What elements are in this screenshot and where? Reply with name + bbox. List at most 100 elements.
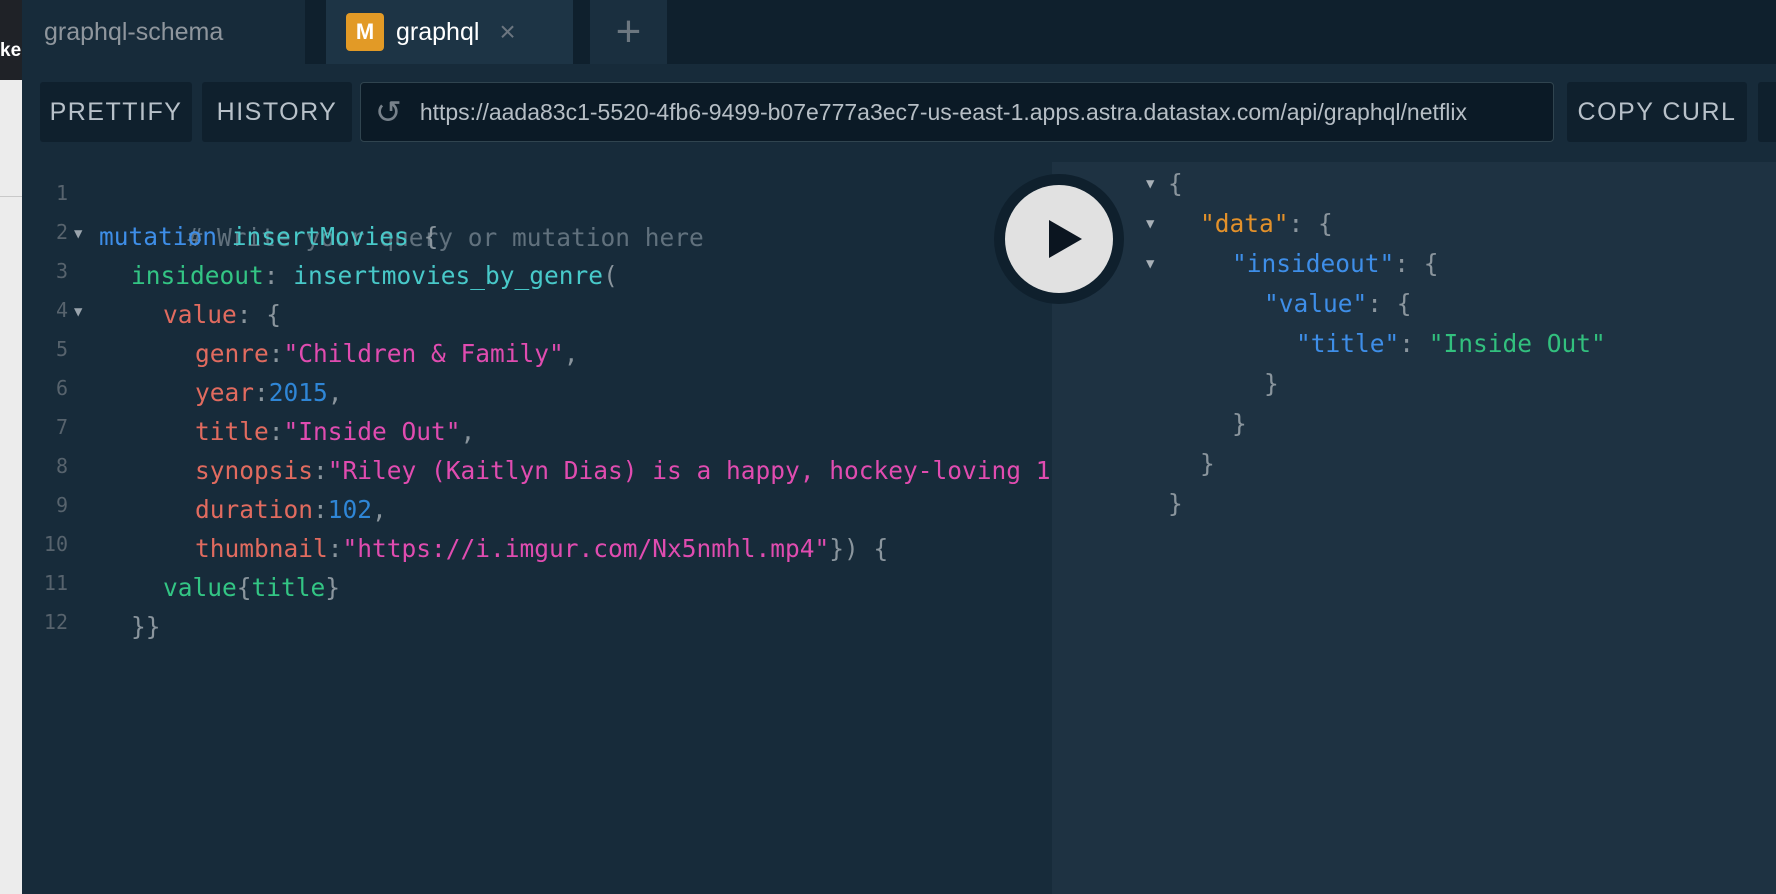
endpoint-url-field[interactable]: ↺ https://aada83c1-5520-4fb6-9499-b07e77… xyxy=(360,82,1554,142)
tab-label: graphql-schema xyxy=(44,17,224,46)
code-line-8: synopsis:"Riley (Kaitlyn Dias) is a happ… xyxy=(99,451,1052,491)
line-number: 2 xyxy=(55,220,68,244)
punct: : xyxy=(313,456,328,485)
background-window-text: ke xyxy=(0,40,22,61)
json-key: "value" xyxy=(1264,289,1368,318)
json-line: } xyxy=(1232,404,1247,444)
punct: } xyxy=(325,573,341,602)
punct: : xyxy=(254,378,269,407)
history-button[interactable]: HISTORY xyxy=(202,82,352,142)
punct: { xyxy=(1168,169,1183,198)
endpoint-url: https://aada83c1-5520-4fb6-9499-b07e777a… xyxy=(419,98,1467,125)
punct: }} xyxy=(131,612,161,641)
fold-arrow-icon[interactable]: ▼ xyxy=(74,292,82,332)
reload-icon[interactable]: ↺ xyxy=(375,93,402,131)
line-number: 6 xyxy=(55,376,68,400)
line-number: 7 xyxy=(55,415,68,439)
number: 2015 xyxy=(268,378,328,407)
line-number: 5 xyxy=(55,337,68,361)
punct: } xyxy=(1168,489,1183,518)
line-number: 8 xyxy=(55,454,68,478)
line-number: 11 xyxy=(43,571,68,595)
settings-button[interactable] xyxy=(1758,82,1776,142)
code-line-6: year:2015, xyxy=(99,373,343,413)
code-line-4: value: { xyxy=(99,295,281,335)
code-line-2: mutation insertMovies { xyxy=(99,217,438,257)
field: title xyxy=(251,573,326,602)
key: thumbnail xyxy=(195,534,328,563)
punct: } xyxy=(1200,449,1215,478)
punct: : { xyxy=(236,300,282,329)
string: "Riley (Kaitlyn Dias) is a happy, hockey… xyxy=(327,456,1052,485)
execute-query-button[interactable] xyxy=(994,174,1124,304)
play-icon xyxy=(1049,220,1082,258)
query-editor[interactable]: 1 2 3 4 5 6 7 8 9 10 11 12 ▼ ▼ # Write y… xyxy=(22,162,1052,894)
json-line: } xyxy=(1200,444,1215,484)
graphql-playground: graphql-schema M graphql × + PRETTIFY HI… xyxy=(22,0,1776,894)
tab-bar: graphql-schema M graphql × + xyxy=(22,0,1776,64)
punct: : { xyxy=(1288,209,1333,238)
fold-arrow-icon[interactable]: ▼ xyxy=(74,214,82,254)
prettify-button[interactable]: PRETTIFY xyxy=(40,82,192,142)
punct: : { xyxy=(1394,249,1439,278)
string: "Children & Family" xyxy=(283,339,564,368)
line-number: 1 xyxy=(55,181,68,205)
code-line-3: insideout: insertmovies_by_genre( xyxy=(99,256,618,296)
close-icon[interactable]: × xyxy=(499,16,515,48)
mutation-badge: M xyxy=(346,13,384,51)
punct: : xyxy=(263,261,279,290)
fold-arrow-icon[interactable]: ▼ xyxy=(1146,164,1154,204)
field-name: insertmovies_by_genre xyxy=(293,261,604,290)
alias: insideout xyxy=(131,261,264,290)
background-window-edge: ke xyxy=(0,0,22,894)
key: year xyxy=(195,378,255,407)
punct: : xyxy=(268,339,284,368)
json-string: "Inside Out" xyxy=(1428,329,1606,358)
tab-label: graphql xyxy=(396,17,480,46)
copy-curl-button[interactable]: COPY CURL xyxy=(1567,82,1747,142)
fold-arrow-icon[interactable]: ▼ xyxy=(1146,204,1154,244)
json-line: } xyxy=(1168,484,1183,524)
code-line-10: thumbnail:"https://i.imgur.com/Nx5nmhl.m… xyxy=(99,529,888,569)
punct: : xyxy=(268,417,284,446)
punct: ( xyxy=(603,261,618,290)
json-line: "value": { xyxy=(1264,284,1412,324)
code-line-5: genre:"Children & Family", xyxy=(99,334,579,374)
punct: : { xyxy=(1367,289,1412,318)
key: genre xyxy=(195,339,269,368)
punct: , xyxy=(563,339,579,368)
new-tab-button[interactable]: + xyxy=(590,0,667,64)
background-window-titlebar: ke xyxy=(0,0,22,80)
punct: , xyxy=(460,417,476,446)
line-number: 4 xyxy=(55,298,68,322)
punct: : xyxy=(313,495,328,524)
arg: value xyxy=(163,300,237,329)
key: title xyxy=(195,417,269,446)
json-line: { xyxy=(1168,164,1183,204)
toolbar: PRETTIFY HISTORY ↺ https://aada83c1-5520… xyxy=(22,64,1776,162)
line-number: 12 xyxy=(43,610,68,634)
fold-arrow-icon[interactable]: ▼ xyxy=(1146,244,1154,284)
punct: }) { xyxy=(829,534,889,563)
punct: , xyxy=(372,495,387,524)
code-line-12: }} xyxy=(99,607,161,647)
punct: { xyxy=(236,573,252,602)
code-line-7: title:"Inside Out", xyxy=(99,412,475,452)
punct: } xyxy=(1264,369,1279,398)
punct: } xyxy=(1232,409,1247,438)
tab-graphql-schema[interactable]: graphql-schema xyxy=(22,0,305,64)
line-number: 10 xyxy=(43,532,68,556)
json-key: "insideout" xyxy=(1232,249,1395,278)
key: duration xyxy=(195,495,314,524)
number: 102 xyxy=(327,495,373,524)
punct: , xyxy=(327,378,343,407)
json-line: "insideout": { xyxy=(1232,244,1439,284)
results-pane[interactable]: ▼ ▼ ▼ { "data": { "insideout": { "value"… xyxy=(1052,162,1776,894)
json-key: "data" xyxy=(1200,209,1289,238)
punct: { xyxy=(423,222,439,251)
json-key: "title" xyxy=(1296,329,1400,358)
plus-icon: + xyxy=(615,7,642,56)
key: synopsis xyxy=(195,456,314,485)
tab-graphql[interactable]: M graphql × xyxy=(326,0,573,64)
field: value xyxy=(163,573,237,602)
